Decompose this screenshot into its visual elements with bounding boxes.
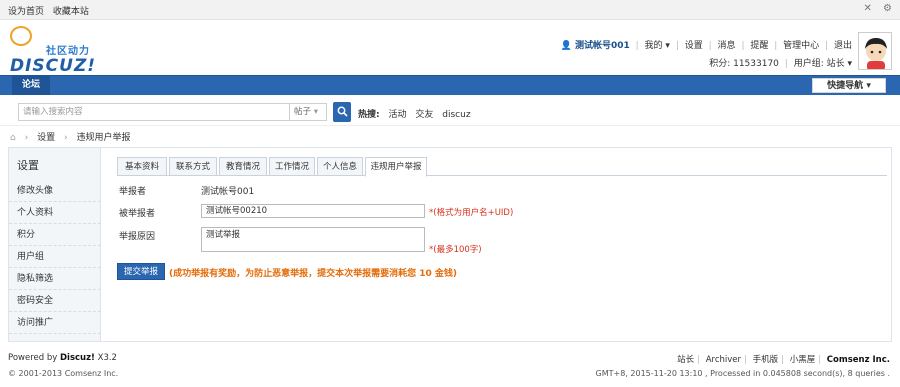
footer-link-blacklist[interactable]: 小黑屋 [790,355,816,365]
my-menu[interactable]: 我的 [645,41,663,51]
breadcrumb: ⌂ › 设置 › 违规用户举报 [10,130,136,143]
sidebar-item-credits[interactable]: 积分 [9,224,101,246]
target-hint: *(格式为用户名+UID) [429,208,514,218]
chevron-right-icon: › [24,133,29,143]
hot-word-link[interactable]: 活动 [388,110,406,120]
main-nav: 论坛 快捷导航 ▾ [0,75,900,95]
breadcrumb-current: 违规用户举报 [76,133,131,143]
quick-nav-button[interactable]: 快捷导航 ▾ [812,78,886,93]
chevron-down-icon: ▾ [662,41,670,51]
copyright: © 2001-2013 Comsenz Inc. [8,369,119,378]
search-bar: 请输入搜索内容 帖子 ▾ 热搜: 活动 交友 discuz [0,96,900,126]
settings-content: 基本资料 联系方式 教育情况 工作情况 个人信息 违规用户举报 举报者 测试帐号… [109,148,891,341]
tab-personal-info[interactable]: 个人信息 [317,157,363,176]
quick-nav-label: 快捷导航 [827,81,864,91]
discuz-version: X3.2 [97,353,117,363]
chevron-down-icon: ▾ [844,59,852,69]
footer-link-comsenz[interactable]: Comsenz Inc. [827,355,890,365]
site-header: 社区动力 DISCUZ! 👤 测试帐号001 | 我的 ▾ | 设置 | 消息 … [0,20,900,76]
breadcrumb-settings[interactable]: 设置 [37,133,55,143]
search-type-select[interactable]: 帖子 ▾ [289,103,327,121]
logo-brand: DISCUZ! [10,56,97,76]
search-input[interactable]: 请输入搜索内容 [18,103,290,121]
points-link[interactable]: 积分: 11533170 [709,59,779,69]
target-user-field[interactable]: 测试帐号00210 [201,204,425,218]
tab-report-user[interactable]: 违规用户举报 [365,157,427,177]
chevron-right-icon: › [63,133,68,143]
tab-education[interactable]: 教育情况 [219,157,267,176]
tab-basic-info[interactable]: 基本资料 [117,157,167,176]
discuz-link[interactable]: Discuz! [60,353,95,363]
sidebar-item-usergroup[interactable]: 用户组 [9,246,101,268]
settings-sidebar: 设置 修改头像 个人资料 积分 用户组 隐私筛选 密码安全 访问推广 [9,148,101,341]
tab-contact[interactable]: 联系方式 [169,157,217,176]
sidebar-item-profile[interactable]: 个人资料 [9,202,101,224]
sidebar-item-privacy[interactable]: 隐私筛选 [9,268,101,290]
chevron-down-icon: ▾ [866,81,871,91]
hot-search-label: 热搜: [358,110,380,120]
powered-prefix: Powered by [8,353,58,363]
home-icon[interactable]: ⌂ [10,133,16,143]
admin-center-link[interactable]: 管理中心 [783,41,819,51]
footer-stats: GMT+8, 2015-11-20 13:10 , Processed in 0… [595,369,890,378]
top-right-icons: ✕ ⚙ [855,3,892,14]
hot-word-link[interactable]: 交友 [415,110,433,120]
tab-work[interactable]: 工作情况 [269,157,315,176]
gear-icon[interactable]: ⚙ [883,3,892,14]
footer-link-archiver[interactable]: Archiver [706,355,741,365]
messages-link[interactable]: 消息 [718,41,736,51]
sidebar-title: 设置 [17,159,39,172]
logo-slogan: 社区动力 [46,46,90,57]
hot-search-words: 热搜: 活动 交友 discuz [358,107,477,120]
bookmark-site-link[interactable]: 收藏本站 [53,7,89,17]
settings-panel: 设置 修改头像 个人资料 积分 用户组 隐私筛选 密码安全 访问推广 基本资料 … [8,147,892,342]
reason-hint: *(最多100字) [429,245,482,255]
reason-label: 举报原因 [119,232,156,242]
footer-links: 站长 | Archiver | 手机版 | 小黑屋 | Comsenz Inc. [677,355,890,365]
user-stats: 积分: 11533170 | 用户组: 站长 ▾ [709,59,852,69]
chevron-down-icon: ▾ [313,107,318,117]
footer-link-admin[interactable]: 站长 [677,355,694,365]
sidebar-item-promotion[interactable]: 访问推广 [9,312,101,334]
user-icon: 👤 [560,41,573,51]
username-link[interactable]: 测试帐号001 [575,41,630,51]
report-notice: (成功举报有奖励，为防止恶意举报，提交本次举报需要消耗您 10 金钱) [169,269,458,279]
usergroup-link[interactable]: 用户组: 站长 [794,59,845,69]
reason-textarea[interactable]: 测试举报 [201,227,425,252]
target-label: 被举报者 [119,209,156,219]
top-toolbar: 设为首页 收藏本站 ✕ ⚙ [0,0,900,20]
sidebar-item-password[interactable]: 密码安全 [9,290,101,312]
nav-forum-tab[interactable]: 论坛 [12,76,51,95]
logout-link[interactable]: 退出 [834,41,852,51]
close-icon[interactable]: ✕ [863,3,871,14]
set-homepage-link[interactable]: 设为首页 [8,7,44,17]
reporter-label: 举报者 [119,187,147,197]
submit-report-button[interactable]: 提交举报 [117,263,165,280]
avatar[interactable] [858,32,892,70]
footer-link-mobile[interactable]: 手机版 [753,355,779,365]
settings-link[interactable]: 设置 [685,41,703,51]
hot-word-link[interactable]: discuz [442,110,470,120]
powered-by: Powered by Discuz! X3.2 [8,353,117,363]
discuz-logo[interactable]: 社区动力 DISCUZ! [10,26,110,76]
search-button[interactable] [333,102,351,122]
logo-bubble-icon [10,26,32,46]
avatar-icon [859,33,891,69]
search-icon [337,106,348,117]
notifications-link[interactable]: 提醒 [750,41,768,51]
search-type-value: 帖子 [294,107,312,117]
profile-tabs: 基本资料 联系方式 教育情况 工作情况 个人信息 违规用户举报 [117,157,887,177]
reporter-value: 测试帐号001 [201,187,255,197]
top-links: 设为首页 收藏本站 [8,4,95,17]
user-menu: 👤 测试帐号001 | 我的 ▾ | 设置 | 消息 | 提醒 | 管理中心 |… [560,41,852,51]
sidebar-item-avatar[interactable]: 修改头像 [9,180,101,202]
